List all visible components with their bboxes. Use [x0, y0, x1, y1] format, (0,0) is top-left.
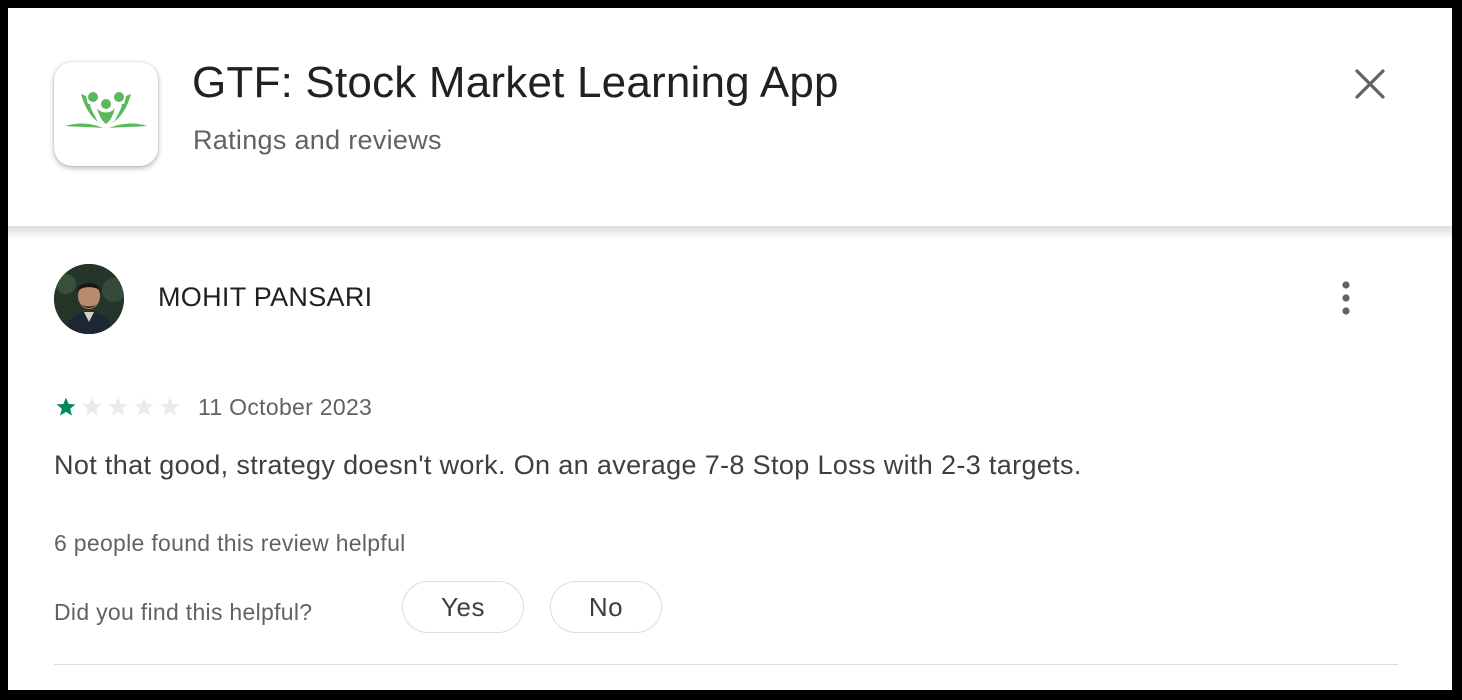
helpful-yes-button[interactable]: Yes: [402, 581, 524, 633]
header-shadow: [8, 226, 1452, 240]
review-text: Not that good, strategy doesn't work. On…: [54, 450, 1082, 480]
star-empty-icon: [134, 397, 154, 416]
star-empty-icon: [108, 397, 128, 416]
dialog-header: GTF: Stock Market Learning App Ratings a…: [8, 8, 1452, 226]
more-options-button[interactable]: [1322, 274, 1370, 322]
star-rating: [54, 395, 182, 419]
close-icon: [1355, 69, 1385, 99]
helpful-count: 6 people found this review helpful: [54, 530, 406, 556]
close-button[interactable]: [1342, 56, 1398, 112]
helpful-question: Did you find this helpful?: [54, 599, 313, 625]
more-vert-icon: [1342, 281, 1350, 315]
gtf-logo-icon: [65, 92, 147, 128]
star-empty-icon: [82, 397, 102, 416]
reviewer-name: MOHIT PANSARI: [158, 282, 373, 312]
avatar: [54, 264, 124, 334]
ratings-dialog: GTF: Stock Market Learning App Ratings a…: [0, 0, 1462, 700]
app-title: GTF: Stock Market Learning App: [192, 58, 839, 107]
helpful-no-button[interactable]: No: [550, 581, 662, 633]
page-subtitle: Ratings and reviews: [193, 125, 442, 155]
divider: [54, 664, 1398, 665]
review-date: 11 October 2023: [198, 393, 373, 420]
star-filled-icon: [56, 397, 76, 416]
rating-row: 11 October 2023: [54, 392, 372, 422]
star-empty-icon: [160, 397, 180, 416]
app-icon: [54, 62, 158, 166]
